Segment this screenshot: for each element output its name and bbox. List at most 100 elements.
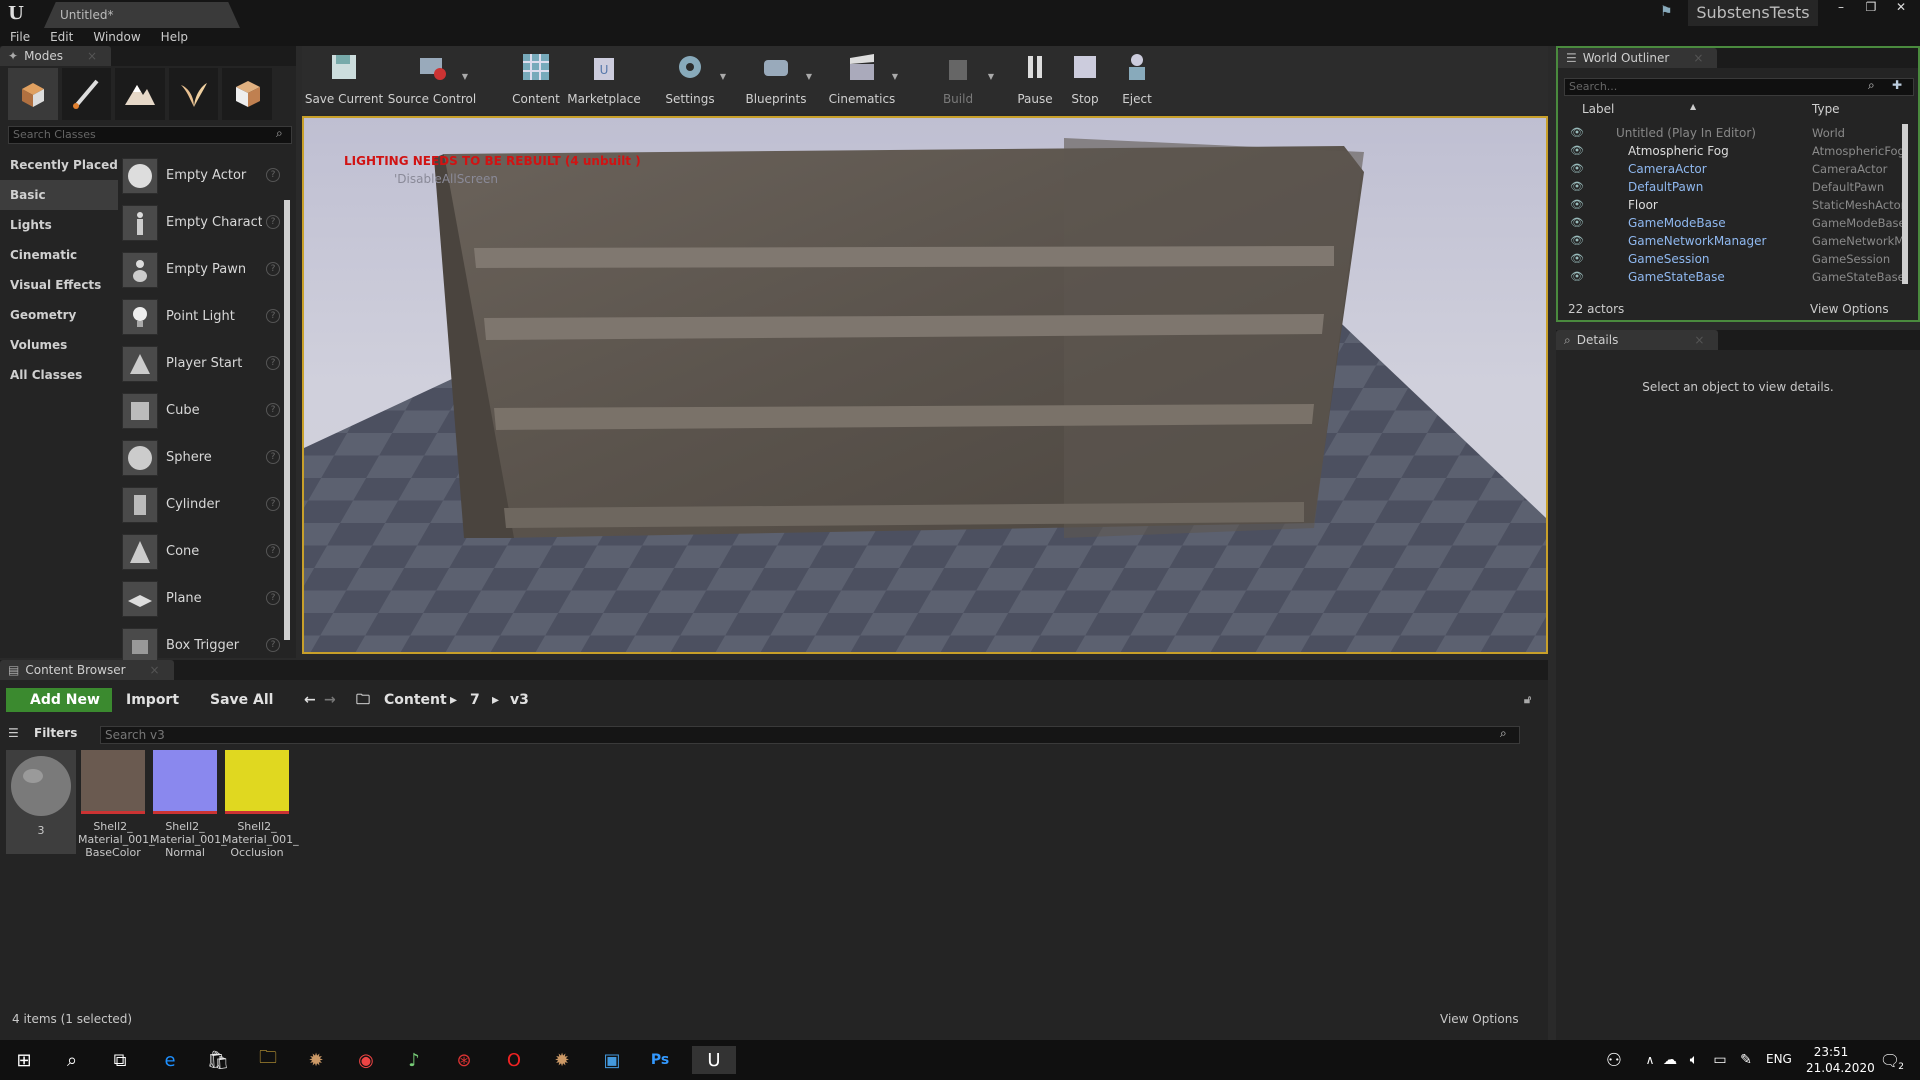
store-icon[interactable]: 🛍︎ <box>204 1046 232 1074</box>
forward-arrow-icon[interactable]: → <box>324 688 336 712</box>
help-icon[interactable]: ? <box>266 262 280 276</box>
class-item[interactable]: Empty Actor? <box>122 152 286 199</box>
class-item[interactable]: Player Start? <box>122 340 286 387</box>
outliner-search-input[interactable]: Search... <box>1564 78 1914 96</box>
add-icon[interactable]: ✚ <box>1892 78 1902 92</box>
content-browser-tab[interactable]: ▤ Content Browser × <box>0 660 174 680</box>
photoshop-icon[interactable]: Ps <box>646 1046 674 1074</box>
add-new-button[interactable]: Add New <box>6 688 112 712</box>
help-icon[interactable]: ? <box>266 215 280 229</box>
explorer-folder-icon[interactable]: 🗀 <box>254 1046 282 1074</box>
build-button[interactable]: Build ▼ <box>918 50 998 106</box>
path-7[interactable]: 7 <box>470 688 480 712</box>
close-tab-icon[interactable]: × <box>87 46 97 66</box>
menu-window[interactable]: Window <box>93 28 140 46</box>
chevron-down-icon[interactable]: ▼ <box>806 72 812 81</box>
category-cinematic[interactable]: Cinematic <box>0 240 118 270</box>
foliage-mode-icon[interactable] <box>168 68 219 120</box>
class-item[interactable]: Point Light? <box>122 293 286 340</box>
edge-icon[interactable]: e <box>156 1046 184 1074</box>
app-icon[interactable]: ✹ <box>548 1046 576 1074</box>
details-tab[interactable]: ⌕ Details × <box>1556 330 1719 350</box>
outliner-row[interactable]: 👁 GameModeBase GameModeBase <box>1564 214 1908 232</box>
volume-icon[interactable]: 🔈︎ <box>1680 1046 1708 1074</box>
back-arrow-icon[interactable]: ← <box>304 688 316 712</box>
category-basic[interactable]: Basic <box>0 180 118 210</box>
notifications-icon[interactable]: 🗨︎ 2 <box>1876 1046 1904 1074</box>
col-label[interactable]: Label <box>1582 102 1614 116</box>
eye-icon[interactable]: 👁 <box>1570 142 1584 160</box>
help-icon[interactable]: ? <box>266 544 280 558</box>
help-icon[interactable]: ? <box>266 638 280 652</box>
class-item[interactable]: Cylinder? <box>122 481 286 528</box>
chrome-icon[interactable]: ◉ <box>352 1046 380 1074</box>
paint-mode-icon[interactable] <box>61 68 112 120</box>
language-indicator[interactable]: ENG <box>1766 1052 1792 1066</box>
search-icon[interactable]: ⌕ <box>58 1046 86 1074</box>
content-view-options-button[interactable]: View Options <box>1440 1012 1519 1026</box>
eye-icon[interactable]: 👁 <box>1570 232 1584 250</box>
clock[interactable]: 23:51 21.04.2020 <box>1806 1044 1875 1076</box>
import-button[interactable]: Import <box>126 688 179 712</box>
class-item[interactable]: Sphere? <box>122 434 286 481</box>
modes-tab[interactable]: ✦ Modes × <box>0 46 112 66</box>
windows-start-icon[interactable]: ⊞ <box>10 1046 38 1074</box>
geometry-mode-icon[interactable] <box>222 68 272 120</box>
lock-icon[interactable]: 🔓︎ <box>1524 688 1531 712</box>
category-volumes[interactable]: Volumes <box>0 330 118 360</box>
eye-icon[interactable]: 👁 <box>1570 214 1584 232</box>
help-icon[interactable]: ? <box>266 356 280 370</box>
outliner-scrollbar[interactable] <box>1902 124 1908 284</box>
source-control-button[interactable]: Source Control ▼ <box>388 50 476 106</box>
app-icon[interactable]: ⊛ <box>450 1046 478 1074</box>
category-geometry[interactable]: Geometry <box>0 300 118 330</box>
sources-toggle-icon[interactable]: ☰ <box>8 726 19 740</box>
people-icon[interactable]: ⚇ <box>1600 1046 1628 1074</box>
category-lights[interactable]: Lights <box>0 210 118 240</box>
place-mode-icon[interactable] <box>8 68 58 120</box>
eye-icon[interactable]: 👁 <box>1570 196 1584 214</box>
close-icon[interactable]: ✕ <box>1886 0 1916 16</box>
menu-help[interactable]: Help <box>161 28 188 46</box>
category-all-classes[interactable]: All Classes <box>0 360 118 390</box>
eye-icon[interactable]: 👁 <box>1570 178 1584 196</box>
task-view-icon[interactable]: ⧉ <box>106 1046 134 1074</box>
marketplace-button[interactable]: U Marketplace <box>564 50 644 106</box>
help-icon[interactable]: ? <box>266 591 280 605</box>
close-tab-icon[interactable]: × <box>150 660 160 680</box>
eye-icon[interactable]: 👁 <box>1570 160 1584 178</box>
chevron-down-icon[interactable]: ▼ <box>988 72 994 81</box>
help-icon[interactable]: ? <box>266 497 280 511</box>
save-all-button[interactable]: Save All <box>210 688 273 712</box>
outliner-row[interactable]: 👁 CameraActor CameraActor <box>1564 160 1908 178</box>
outliner-row[interactable]: 👁 DefaultPawn DefaultPawn <box>1564 178 1908 196</box>
cinematics-button[interactable]: Cinematics ▼ <box>822 50 902 106</box>
eject-button[interactable]: Eject <box>1112 50 1162 106</box>
category-visual-effects[interactable]: Visual Effects <box>0 270 118 300</box>
feedback-icon[interactable]: ⚑ <box>1660 4 1673 20</box>
pen-icon[interactable]: ✎ <box>1732 1046 1760 1074</box>
asset-texture[interactable]: Shell2_ Material_001_ BaseColor <box>78 750 155 859</box>
outliner-row[interactable]: 👁 Atmospheric Fog AtmosphericFog <box>1564 142 1908 160</box>
help-icon[interactable]: ? <box>266 403 280 417</box>
path-content[interactable]: Content <box>384 688 447 712</box>
class-item[interactable]: Empty Charact? <box>122 199 286 246</box>
maximize-icon[interactable]: ❐ <box>1856 0 1886 16</box>
save-current-button[interactable]: Save Current <box>304 50 384 106</box>
unreal-engine-icon[interactable]: U <box>692 1046 736 1074</box>
app-icon[interactable]: ✹ <box>302 1046 330 1074</box>
eye-icon[interactable]: 👁 <box>1570 268 1584 286</box>
asset-texture[interactable]: Shell2_ Material_001_ Normal <box>150 750 227 859</box>
help-icon[interactable]: ? <box>266 168 280 182</box>
settings-button[interactable]: Settings ▼ <box>650 50 730 106</box>
path-v3[interactable]: v3 <box>510 688 529 712</box>
view-options-button[interactable]: View Options <box>1810 302 1889 316</box>
level-viewport[interactable]: LIGHTING NEEDS TO BE REBUILT (4 unbuilt … <box>302 116 1548 654</box>
menu-edit[interactable]: Edit <box>50 28 73 46</box>
content-search-input[interactable]: Search v3 <box>100 726 1520 744</box>
class-item[interactable]: Plane? <box>122 575 286 622</box>
pause-button[interactable]: Pause <box>1012 50 1058 106</box>
outliner-row[interactable]: 👁 GameNetworkManager GameNetworkMa <box>1564 232 1908 250</box>
document-tab[interactable]: Untitled* <box>44 2 240 28</box>
stop-button[interactable]: Stop <box>1062 50 1108 106</box>
